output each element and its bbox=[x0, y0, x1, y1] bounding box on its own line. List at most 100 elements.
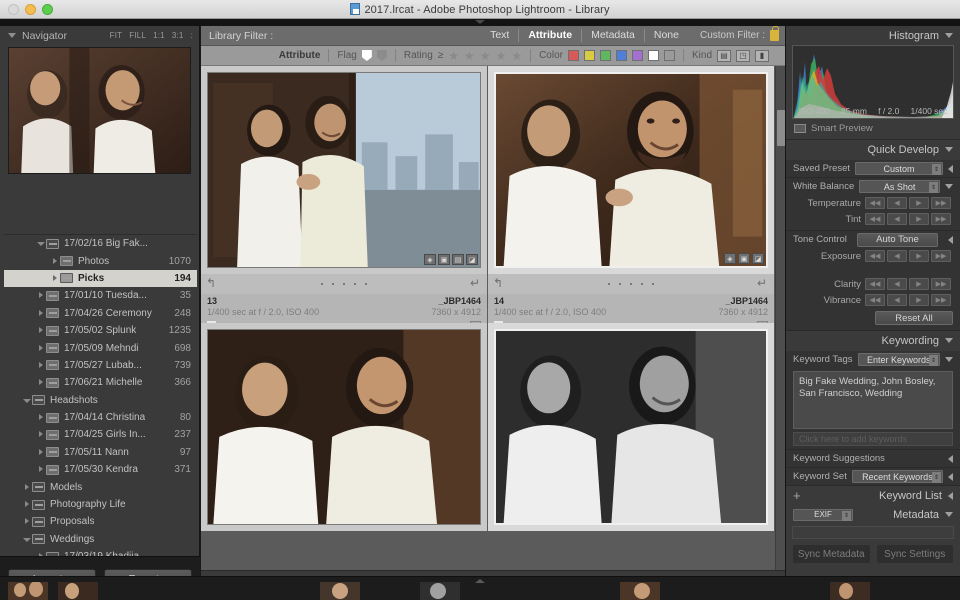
folder-row[interactable]: Weddings bbox=[4, 531, 197, 548]
metadata-header[interactable]: EXIF ⇕ Metadata bbox=[786, 505, 960, 524]
library-filter-tab-attribute[interactable]: Attribute bbox=[518, 29, 581, 42]
keyword-tags-row[interactable]: Keyword Tags Enter Keywords ⇕ bbox=[786, 351, 960, 368]
chevron-right-icon[interactable] bbox=[36, 412, 46, 423]
stepper-icon[interactable]: ⇕ bbox=[842, 510, 851, 521]
temperature-row[interactable]: Temperature ◀◀ ◀ ▶ ▶▶ bbox=[786, 195, 960, 211]
vibrance-plus-large[interactable]: ▶▶ bbox=[931, 294, 951, 306]
color-swatch-blue[interactable] bbox=[615, 50, 627, 61]
color-swatch-green[interactable] bbox=[599, 50, 611, 61]
collapse-icon[interactable] bbox=[948, 235, 953, 244]
folder-row[interactable]: 17/05/09 Mehndi 698 bbox=[4, 339, 197, 356]
saved-preset-row[interactable]: Saved Preset Custom ⇕ bbox=[786, 160, 960, 177]
folder-row[interactable]: 17/03/19 Khadija... bbox=[4, 548, 197, 556]
tint-minus-large[interactable]: ◀◀ bbox=[865, 213, 885, 225]
chevron-right-icon[interactable] bbox=[36, 429, 46, 440]
rating-filter-group[interactable]: Rating ≥ ★ ★ ★ ★ ★ bbox=[394, 49, 530, 62]
grid-scrollbar[interactable] bbox=[775, 66, 785, 570]
temperature-plus-large[interactable]: ▶▶ bbox=[931, 197, 951, 209]
zoom-1to1-button[interactable]: 1:1 bbox=[153, 31, 165, 40]
flag-rejected-icon[interactable] bbox=[376, 50, 387, 61]
collapse-icon[interactable] bbox=[948, 491, 953, 500]
grid-cell[interactable] bbox=[201, 323, 487, 531]
folder-row[interactable]: 17/06/21 Michelle 366 bbox=[4, 374, 197, 391]
folder-row[interactable]: 17/02/16 Big Fak... bbox=[4, 235, 197, 252]
chevron-right-icon[interactable] bbox=[22, 482, 32, 493]
custom-filter-control[interactable]: Custom Filter : bbox=[700, 26, 779, 41]
grid-cell-image-area[interactable] bbox=[488, 329, 774, 525]
exposure-plus-large[interactable]: ▶▶ bbox=[931, 250, 951, 262]
temperature-steppers[interactable]: ◀◀ ◀ ▶ ▶▶ bbox=[865, 197, 951, 209]
chevron-right-icon[interactable] bbox=[36, 447, 46, 458]
vibrance-row[interactable]: Vibrance ◀◀ ◀ ▶ ▶▶ bbox=[786, 292, 960, 308]
histogram-panel[interactable]: ISO 400 85 mm f / 2.0 1/400 sec bbox=[792, 45, 954, 119]
keyword-suggestions-row[interactable]: Keyword Suggestions bbox=[786, 450, 960, 467]
star-icon[interactable]: ★ bbox=[448, 50, 459, 62]
exposure-minus-large[interactable]: ◀◀ bbox=[865, 250, 885, 262]
stepper-icon[interactable]: ⇕ bbox=[932, 472, 941, 483]
chevron-down-icon[interactable] bbox=[945, 338, 953, 343]
color-swatch-white[interactable] bbox=[647, 50, 659, 61]
crop-badge[interactable]: ▣ bbox=[738, 253, 750, 264]
stepper-icon[interactable]: ⇕ bbox=[929, 355, 938, 366]
folder-row[interactable]: 17/04/14 Christina 80 bbox=[4, 409, 197, 426]
rotate-left-icon[interactable]: ↰ bbox=[206, 277, 218, 290]
grid-scrollbar-thumb[interactable] bbox=[777, 110, 785, 146]
tint-steppers[interactable]: ◀◀ ◀ ▶ ▶▶ bbox=[865, 213, 951, 225]
star-icon[interactable]: ★ bbox=[496, 50, 507, 62]
flag-picked-icon[interactable] bbox=[361, 50, 372, 61]
master-photo-icon[interactable]: ▤ bbox=[717, 49, 731, 62]
chevron-down-icon[interactable] bbox=[945, 147, 953, 152]
keywords-textarea[interactable]: Big Fake Wedding, John Bosley, San Franc… bbox=[793, 371, 953, 429]
chevron-right-icon[interactable] bbox=[50, 273, 60, 284]
filmstrip-thumbnail[interactable] bbox=[420, 582, 460, 600]
photo-thumbnail[interactable]: ◈ ▣ ◪ bbox=[494, 72, 768, 268]
metadata-fields-area[interactable] bbox=[792, 526, 954, 539]
chevron-down-icon[interactable] bbox=[8, 33, 16, 38]
folder-row[interactable]: Headshots bbox=[4, 392, 197, 409]
tone-control-row[interactable]: Tone Control Auto Tone bbox=[786, 231, 960, 248]
keywording-header[interactable]: Keywording bbox=[786, 331, 960, 350]
grid-cell-image-area[interactable]: ◈ ▣ ◪ ↰ ↵ bbox=[488, 72, 774, 294]
flag-filter-group[interactable]: Flag bbox=[328, 49, 394, 62]
crop-badge[interactable]: ▣ bbox=[438, 254, 450, 265]
module-strip-toggle-icon[interactable] bbox=[475, 20, 485, 24]
saved-preset-select[interactable]: Custom ⇕ bbox=[855, 162, 943, 175]
add-keywords-input[interactable]: Click here to add keywords bbox=[793, 432, 953, 446]
quick-develop-header[interactable]: Quick Develop bbox=[786, 140, 960, 159]
filmstrip-thumbnail[interactable] bbox=[8, 582, 48, 600]
folder-row[interactable]: 17/05/02 Splunk 1235 bbox=[4, 322, 197, 339]
collapse-icon[interactable] bbox=[948, 164, 953, 173]
folder-row[interactable]: 17/04/26 Ceremony 248 bbox=[4, 305, 197, 322]
color-swatch-yellow[interactable] bbox=[583, 50, 595, 61]
folder-row[interactable]: 17/05/11 Nann 97 bbox=[4, 444, 197, 461]
clarity-steppers[interactable]: ◀◀ ◀ ▶ ▶▶ bbox=[865, 278, 951, 290]
filmstrip-toggle-icon[interactable] bbox=[475, 579, 485, 583]
metadata-preset-select[interactable]: EXIF ⇕ bbox=[793, 508, 853, 521]
star-icon[interactable]: ★ bbox=[511, 50, 522, 62]
photo-thumbnail[interactable]: ◈ ▣ ▤ ◪ bbox=[207, 72, 481, 268]
library-filter-tab-text[interactable]: Text bbox=[481, 29, 518, 42]
chevron-down-icon[interactable] bbox=[945, 512, 953, 517]
chevron-down-icon[interactable] bbox=[945, 184, 953, 189]
keyword-set-row[interactable]: Keyword Set Recent Keywords ⇕ bbox=[786, 468, 960, 485]
metadata-badge[interactable]: ▤ bbox=[452, 254, 464, 265]
collapse-icon[interactable] bbox=[948, 454, 953, 463]
color-swatch-gray[interactable] bbox=[663, 50, 675, 61]
chevron-right-icon[interactable] bbox=[36, 308, 46, 319]
sync-settings-button[interactable]: Sync Settings bbox=[875, 544, 954, 564]
grid-cell-image-area[interactable]: ◈ ▣ ▤ ◪ ↰ ↵ bbox=[201, 72, 487, 294]
cell-badges[interactable]: ◈ ▣ ▤ ◪ bbox=[424, 254, 478, 265]
color-swatch-red[interactable] bbox=[567, 50, 579, 61]
plus-icon[interactable]: + bbox=[793, 488, 801, 503]
chevron-right-icon[interactable] bbox=[22, 516, 32, 527]
exposure-row[interactable]: Exposure ◀◀ ◀ ▶ ▶▶ bbox=[786, 248, 960, 264]
kind-filter-group[interactable]: Kind ▤ ◳ ▮ bbox=[682, 49, 777, 62]
stepper-icon[interactable]: ⇕ bbox=[932, 164, 941, 175]
color-filter-group[interactable]: Color bbox=[530, 49, 683, 62]
vibrance-minus-large[interactable]: ◀◀ bbox=[865, 294, 885, 306]
library-filter-tab-none[interactable]: None bbox=[643, 29, 688, 42]
exposure-steppers[interactable]: ◀◀ ◀ ▶ ▶▶ bbox=[865, 250, 951, 262]
rotate-right-icon[interactable]: ↵ bbox=[757, 277, 769, 290]
cell-rotate-row[interactable]: ↰ ↵ bbox=[488, 274, 774, 294]
grid-cell[interactable]: ◈ ▣ ◪ ↰ ↵ 14 _JBP1464 1/400 sec at f / 2… bbox=[488, 66, 774, 335]
